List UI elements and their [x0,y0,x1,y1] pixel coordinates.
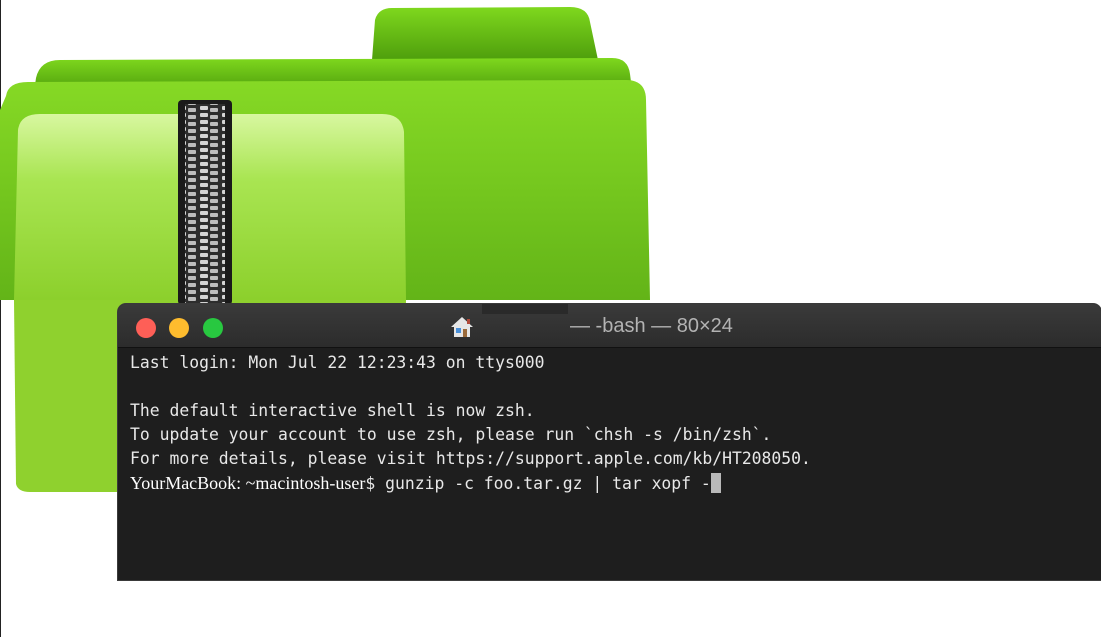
terminal-line: To update your account to use zsh, pleas… [130,425,772,444]
terminal-line: The default interactive shell is now zsh… [130,401,535,420]
shell-prompt: YourMacBook: ~macintosh-user [130,473,366,493]
terminal-line: Last login: Mon Jul 22 12:23:43 on ttys0… [130,353,545,372]
terminal-line: For more details, please visit https://s… [130,449,811,468]
command-text: $ gunzip -c foo.tar.gz | tar xopf - [365,474,711,493]
text-cursor [710,473,721,493]
window-title: — -bash — 80×24 [570,315,733,337]
terminal-output[interactable]: Last login: Mon Jul 22 12:23:43 on ttys0… [118,348,1101,495]
terminal-titlebar[interactable]: — -bash — 80×24 [118,304,1101,348]
titlebar-notch [482,304,568,314]
command-line[interactable]: YourMacBook: ~macintosh-user$ gunzip -c … [130,471,1101,495]
close-button[interactable] [136,318,156,338]
maximize-button[interactable] [203,318,223,338]
terminal-window[interactable]: — -bash — 80×24 Last login: Mon Jul 22 1… [118,304,1101,580]
minimize-button[interactable] [169,318,189,338]
home-icon [451,317,473,337]
